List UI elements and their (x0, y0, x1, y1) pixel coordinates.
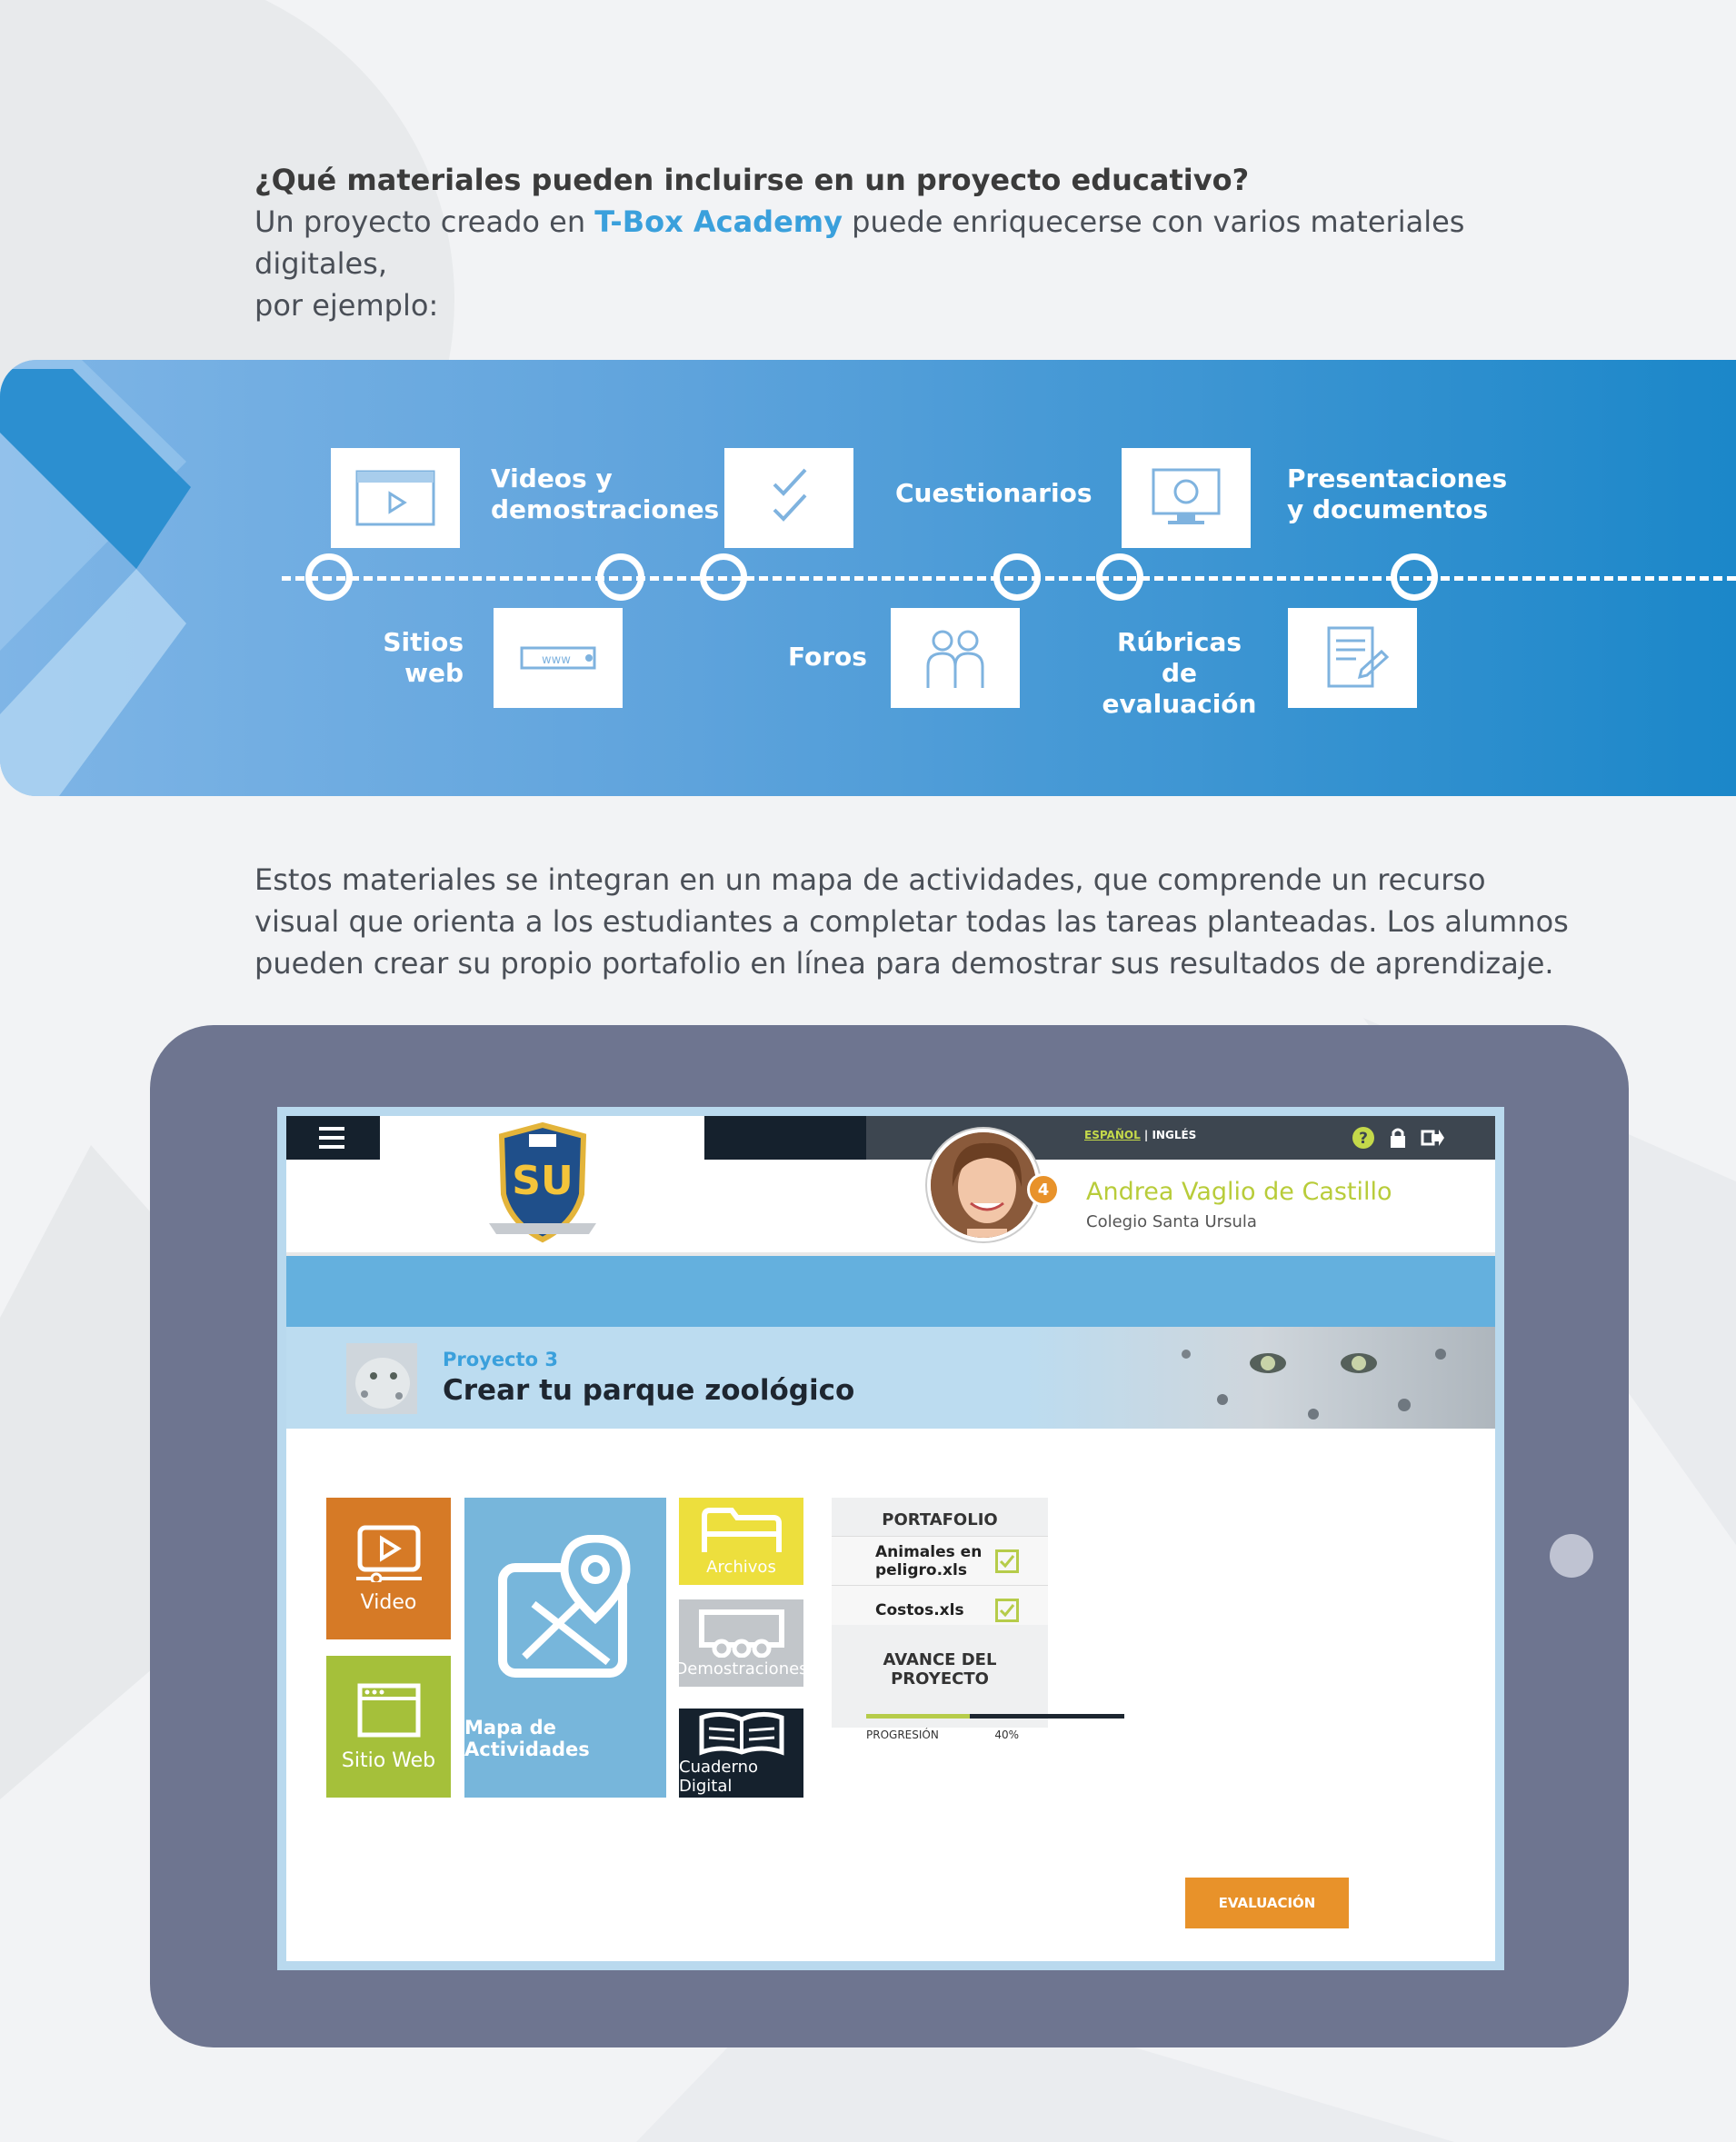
progress-label: PROGRESIÓN (866, 1729, 939, 1741)
lang-spanish-link[interactable]: ESPAÑOL (1084, 1129, 1141, 1141)
video-material-card (331, 448, 460, 548)
progress-title: AVANCE DEL PROYECTO (883, 1650, 997, 1689)
www-address-icon: www (520, 646, 596, 670)
lock-icon[interactable] (1386, 1126, 1410, 1150)
video-player-icon (355, 470, 435, 526)
school-name: Colegio Santa Ursula (1086, 1212, 1257, 1231)
notification-badge[interactable]: 4 (1027, 1173, 1060, 1206)
checkbox-checked-icon[interactable] (995, 1549, 1019, 1573)
website-material-card: www (494, 608, 623, 708)
portfolio-title: PORTAFOLIO (882, 1510, 998, 1529)
rubric-material-card (1288, 608, 1417, 708)
materials-band: Videos y demostraciones Cuestionarios Pr… (0, 360, 1736, 796)
open-book-icon (699, 1712, 783, 1756)
brand-name: T-Box Academy (594, 204, 843, 239)
language-switcher: ESPAÑOL | INGLÉS (1084, 1129, 1197, 1141)
label-foros: Foros (788, 642, 867, 672)
timeline-node (597, 553, 644, 601)
tile-video[interactable]: Video (326, 1498, 451, 1639)
timeline-node (700, 553, 747, 601)
label-rubricas: Rúbricas de evaluación (1102, 627, 1257, 719)
document-pen-icon (1327, 626, 1390, 688)
label-videos: Videos y demostraciones (491, 463, 720, 524)
progress-value: 40% (994, 1729, 1019, 1741)
label-cuestionarios: Cuestionarios (895, 478, 1092, 508)
project-header: Proyecto 3 Crear tu parque zoológico (286, 1327, 1495, 1429)
folder-icon (701, 1507, 782, 1552)
hamburger-menu-icon[interactable] (286, 1116, 377, 1160)
lang-english-link[interactable]: INGLÉS (1152, 1129, 1196, 1141)
presentation-monitor-icon (1152, 468, 1221, 524)
svg-text:?: ? (1359, 1130, 1368, 1148)
help-icon[interactable]: ? (1352, 1126, 1375, 1150)
school-logo: SU (380, 1116, 704, 1252)
tablet-home-button[interactable] (1550, 1534, 1593, 1578)
tablet-screen: SU ESPAÑOL | INGLÉS ? 4 Andrea Vaglio de… (277, 1107, 1504, 1970)
tile-sitio-web[interactable]: Sitio Web (326, 1656, 451, 1798)
tile-cuaderno-label: Cuaderno Digital (679, 1758, 759, 1796)
logout-icon[interactable] (1421, 1126, 1444, 1150)
video-play-icon (355, 1525, 422, 1582)
tile-demos-label: Demostraciones (674, 1659, 808, 1679)
user-avatar[interactable] (927, 1129, 1040, 1241)
tile-demostraciones[interactable]: Demostraciones (674, 1599, 808, 1687)
svg-text:SU: SU (512, 1158, 573, 1204)
project-progress-panel: AVANCE DEL PROYECTO PROGRESIÓN 40% (832, 1625, 1124, 1741)
project-thumbnail (346, 1343, 417, 1414)
project-number: Proyecto 3 (443, 1349, 558, 1370)
checkbox-checked-icon[interactable] (995, 1599, 1019, 1622)
chevron-decoration (0, 360, 191, 796)
intro-text: Un proyecto creado en T-Box Academy pued… (254, 204, 1465, 323)
tile-cuaderno-digital[interactable]: Cuaderno Digital (679, 1709, 803, 1798)
portfolio-item[interactable]: Animales en peligro.xls (832, 1536, 1048, 1585)
user-name: Andrea Vaglio de Castillo (1086, 1178, 1392, 1206)
svg-text:www: www (542, 653, 571, 667)
tile-mapa-actividades[interactable]: Mapa de Actividades (464, 1498, 666, 1798)
tile-archivos-label: Archivos (706, 1557, 776, 1577)
tile-sitio-label: Sitio Web (341, 1748, 436, 1772)
people-group-icon (926, 630, 984, 688)
label-sitios: Sitios web (383, 627, 464, 688)
timeline-node (1391, 553, 1438, 601)
presentation-material-card (1122, 448, 1251, 548)
project-title: Crear tu parque zoológico (443, 1374, 855, 1407)
tile-archivos[interactable]: Archivos (679, 1498, 803, 1585)
forum-material-card (891, 608, 1020, 708)
nav-band (286, 1256, 1495, 1327)
projector-icon (698, 1609, 784, 1658)
quiz-material-card (724, 448, 853, 548)
intro-question: ¿Qué materiales pueden incluirse en un p… (254, 163, 1250, 197)
browser-window-icon (357, 1683, 420, 1737)
description-paragraph: Estos materiales se integran en un mapa … (254, 862, 1569, 981)
checklist-icon (773, 468, 807, 522)
snow-leopard-image (1023, 1327, 1495, 1429)
timeline-node (305, 553, 353, 601)
evaluation-button[interactable]: EVALUACIÓN (1185, 1878, 1349, 1928)
timeline-node (1096, 553, 1143, 601)
tile-video-label: Video (360, 1590, 417, 1614)
tablet-frame: SU ESPAÑOL | INGLÉS ? 4 Andrea Vaglio de… (150, 1025, 1629, 2047)
map-pin-icon (498, 1535, 631, 1678)
intro-section: ¿Qué materiales pueden incluirse en un p… (254, 159, 1563, 326)
portfolio-panel: PORTAFOLIO Animales en peligro.xls Costo… (832, 1498, 1048, 1634)
progress-bar (866, 1714, 1124, 1719)
label-presentaciones: Presentaciones y documentos (1287, 463, 1508, 524)
tile-mapa-label: Mapa de Actividades (464, 1717, 590, 1760)
timeline-node (993, 553, 1041, 601)
